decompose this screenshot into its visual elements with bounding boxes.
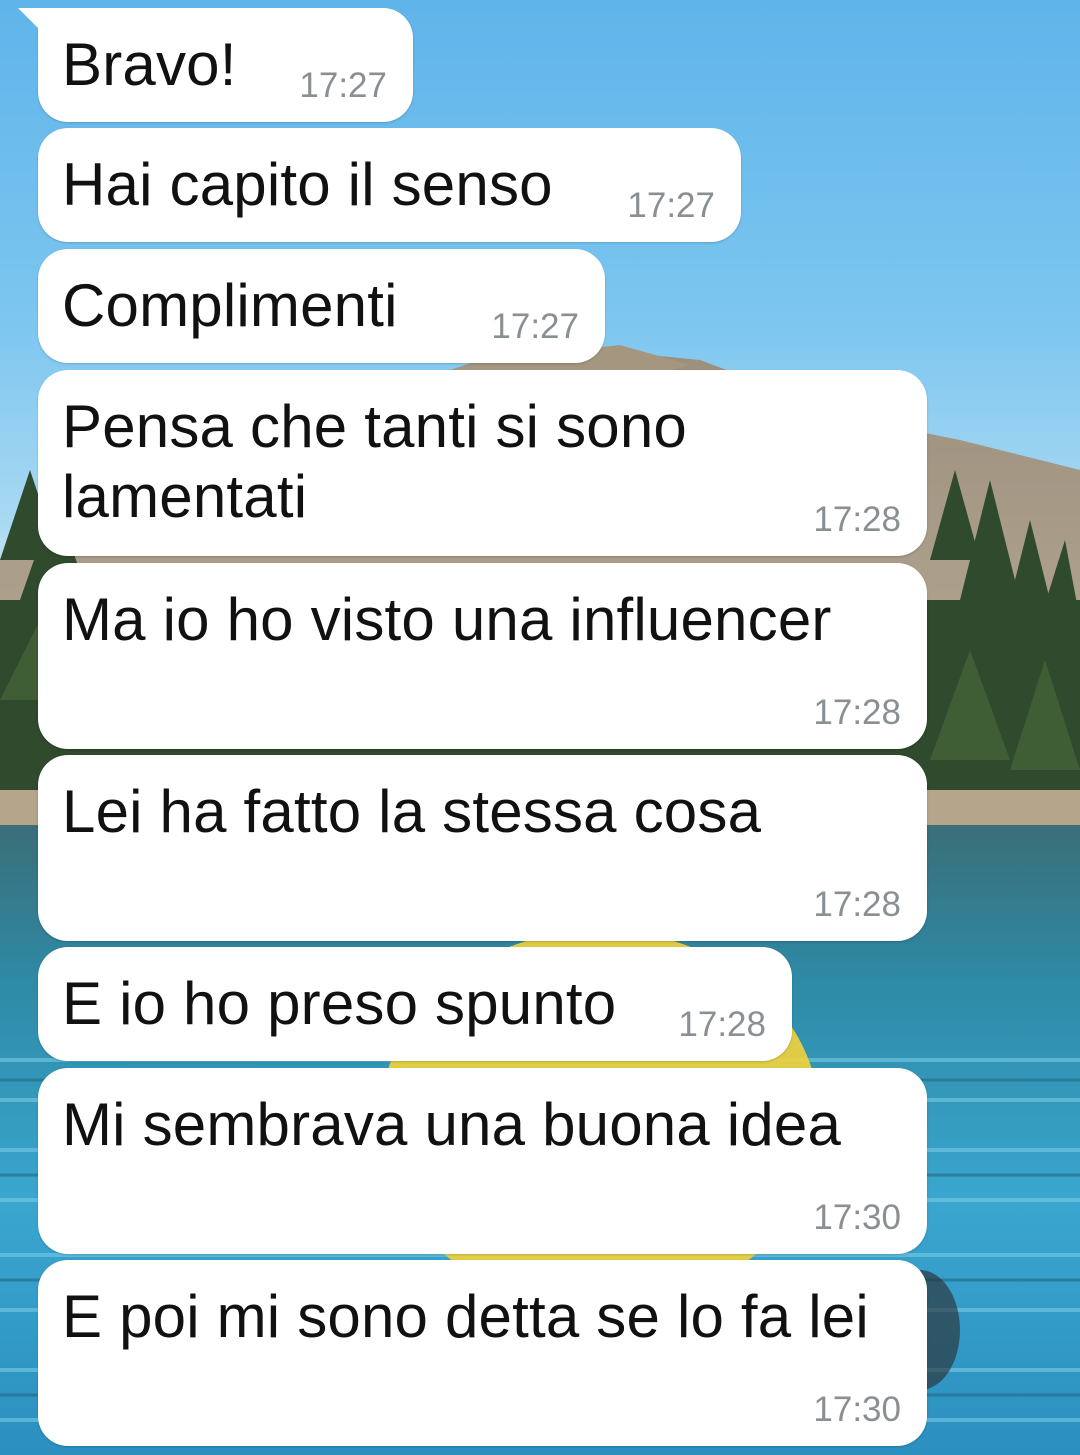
message-text: E io ho preso spunto bbox=[62, 970, 617, 1037]
message-text: Bravo! bbox=[62, 31, 237, 98]
message-timestamp: 17:30 bbox=[813, 1390, 901, 1429]
message-bubble[interactable]: Pensa che tanti si sono lamentati 17:28 bbox=[38, 370, 927, 556]
message-timestamp: 17:28 bbox=[813, 885, 901, 924]
message-timestamp: 17:27 bbox=[299, 66, 387, 105]
message-text: Pensa che tanti si sono lamentati bbox=[62, 393, 687, 530]
message-bubble[interactable]: E poi mi sono detta se lo fa lei 17:30 bbox=[38, 1260, 927, 1446]
message-bubble[interactable]: Ma io ho visto una influencer 17:28 bbox=[38, 563, 927, 749]
message-text: Ma io ho visto una influencer bbox=[62, 586, 832, 653]
message-list[interactable]: Bravo! 17:27 Hai capito il senso 17:27 C… bbox=[0, 0, 1080, 1455]
message-text: Hai capito il senso bbox=[62, 151, 553, 218]
message-text: Complimenti bbox=[62, 272, 398, 339]
message-text: Mi sembrava una buona idea bbox=[62, 1091, 842, 1158]
message-text: E poi mi sono detta se lo fa lei bbox=[62, 1283, 869, 1350]
message-bubble[interactable]: E io ho preso spunto 17:28 bbox=[38, 947, 792, 1061]
message-timestamp: 17:27 bbox=[627, 186, 715, 225]
message-timestamp: 17:30 bbox=[813, 1198, 901, 1237]
bubble-tail bbox=[18, 8, 40, 30]
message-timestamp: 17:28 bbox=[678, 1005, 766, 1044]
message-bubble[interactable]: Complimenti 17:27 bbox=[38, 249, 605, 363]
message-timestamp: 17:28 bbox=[813, 500, 901, 539]
message-bubble[interactable]: Bravo! 17:27 bbox=[18, 8, 413, 122]
message-timestamp: 17:28 bbox=[813, 693, 901, 732]
message-bubble[interactable]: Hai capito il senso 17:27 bbox=[38, 128, 741, 242]
message-timestamp: 17:27 bbox=[491, 307, 579, 346]
message-bubble[interactable]: Lei ha fatto la stessa cosa 17:28 bbox=[38, 755, 927, 941]
message-text: Lei ha fatto la stessa cosa bbox=[62, 778, 762, 845]
message-bubble[interactable]: Mi sembrava una buona idea 17:30 bbox=[38, 1068, 927, 1254]
